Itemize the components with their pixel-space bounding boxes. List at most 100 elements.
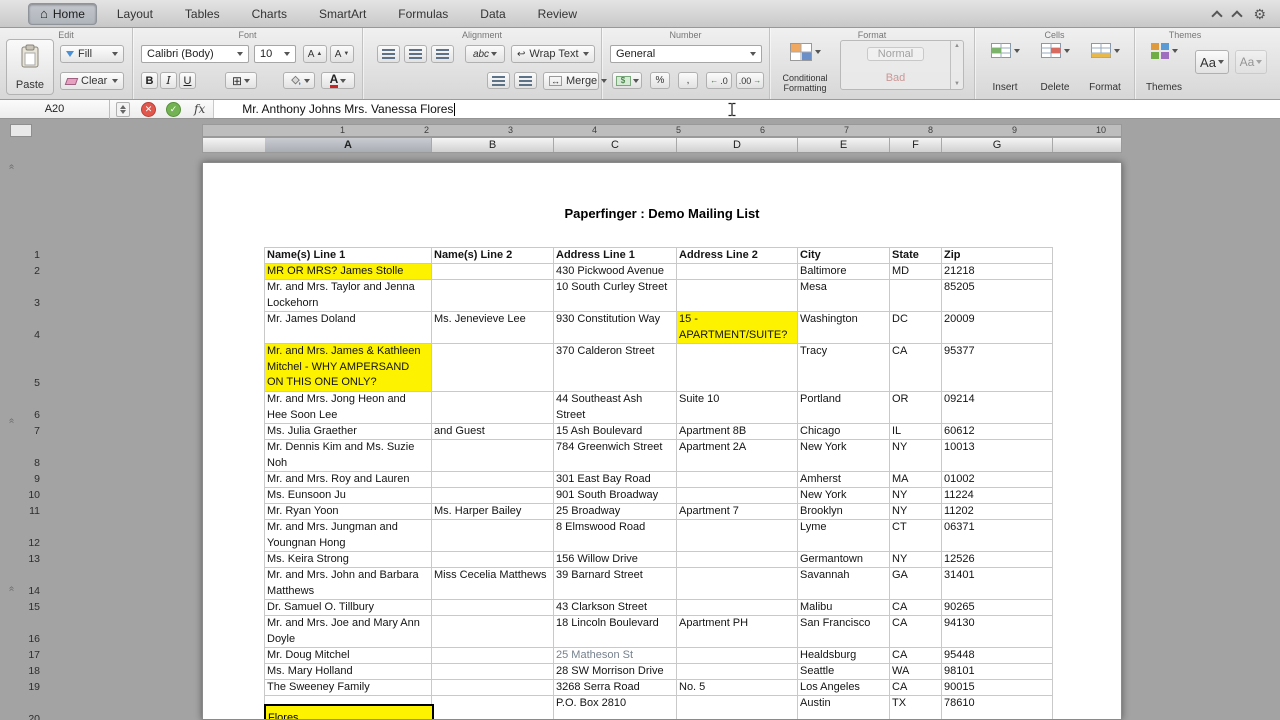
cell-F16[interactable]: CA bbox=[890, 616, 942, 648]
cell-G1[interactable]: Zip bbox=[942, 248, 1053, 264]
cell-G10[interactable]: 11224 bbox=[942, 488, 1053, 504]
cell-E20[interactable]: Austin bbox=[798, 696, 890, 719]
align-right-button[interactable] bbox=[431, 45, 454, 63]
cell-D14[interactable] bbox=[677, 568, 798, 600]
column-header-G[interactable]: G bbox=[942, 138, 1053, 152]
cell-A15[interactable]: Dr. Samuel O. Tillbury bbox=[265, 600, 432, 616]
tab-review[interactable]: Review bbox=[526, 3, 589, 25]
cell-D11[interactable]: Apartment 7 bbox=[677, 504, 798, 520]
row-header-17[interactable]: 17 bbox=[18, 647, 42, 663]
cell-F9[interactable]: MA bbox=[890, 472, 942, 488]
cell-C17[interactable]: 25 Matheson St bbox=[554, 648, 677, 664]
cell-A3[interactable]: Mr. and Mrs. Taylor and Jenna Lockehorn bbox=[265, 280, 432, 312]
cell-C20[interactable]: P.O. Box 2810 bbox=[554, 696, 677, 719]
cell-E13[interactable]: Germantown bbox=[798, 552, 890, 568]
shrink-font-button[interactable]: A ▼ bbox=[330, 45, 354, 63]
cell-G11[interactable]: 11202 bbox=[942, 504, 1053, 520]
cell-A19[interactable]: The Sweeney Family bbox=[265, 680, 432, 696]
cell-C1[interactable]: Address Line 1 bbox=[554, 248, 677, 264]
cell-F8[interactable]: NY bbox=[890, 440, 942, 472]
orientation-button[interactable]: abc bbox=[465, 45, 505, 63]
row-header-6[interactable]: 6 bbox=[18, 391, 42, 423]
conditional-formatting-button[interactable]: Conditional Formatting bbox=[774, 39, 836, 95]
cell-C10[interactable]: 901 South Broadway bbox=[554, 488, 677, 504]
row-header-2[interactable]: 2 bbox=[18, 263, 42, 279]
row-header-3[interactable]: 3 bbox=[18, 279, 42, 311]
cell-E7[interactable]: Chicago bbox=[798, 424, 890, 440]
cell-A7[interactable]: Ms. Julia Graether bbox=[265, 424, 432, 440]
format-cells-button[interactable]: Format bbox=[1083, 39, 1127, 95]
cancel-entry-button[interactable]: ✕ bbox=[141, 101, 156, 117]
cell-E3[interactable]: Mesa bbox=[798, 280, 890, 312]
cell-E17[interactable]: Healdsburg bbox=[798, 648, 890, 664]
cell-D20[interactable] bbox=[677, 696, 798, 719]
ribbon-settings-gear-icon[interactable]: ⚙ bbox=[1253, 7, 1266, 21]
cell-G5[interactable]: 95377 bbox=[942, 344, 1053, 392]
tab-data[interactable]: Data bbox=[468, 3, 517, 25]
cell-E16[interactable]: San Francisco bbox=[798, 616, 890, 648]
cell-D13[interactable] bbox=[677, 552, 798, 568]
insert-cells-button[interactable]: Insert bbox=[983, 39, 1027, 95]
style-bad[interactable]: Bad bbox=[886, 72, 906, 84]
cell-C2[interactable]: 430 Pickwood Avenue bbox=[554, 264, 677, 280]
cell-D7[interactable]: Apartment 8B bbox=[677, 424, 798, 440]
column-header-B[interactable]: B bbox=[432, 138, 554, 152]
align-center-button[interactable] bbox=[404, 45, 427, 63]
cell-D1[interactable]: Address Line 2 bbox=[677, 248, 798, 264]
cell-F4[interactable]: DC bbox=[890, 312, 942, 344]
collapse-ribbon-icon[interactable] bbox=[1211, 9, 1224, 22]
cell-C8[interactable]: 784 Greenwich Street bbox=[554, 440, 677, 472]
column-header-E[interactable]: E bbox=[798, 138, 890, 152]
cell-E15[interactable]: Malibu bbox=[798, 600, 890, 616]
cell-D3[interactable] bbox=[677, 280, 798, 312]
increase-indent-button[interactable] bbox=[514, 72, 537, 89]
cell-C6[interactable]: 44 Southeast Ash Street bbox=[554, 392, 677, 424]
active-cell-editor[interactable]: Flores bbox=[264, 704, 434, 719]
cell-G12[interactable]: 06371 bbox=[942, 520, 1053, 552]
cell-C15[interactable]: 43 Clarkson Street bbox=[554, 600, 677, 616]
cell-F19[interactable]: CA bbox=[890, 680, 942, 696]
underline-button[interactable]: U bbox=[179, 72, 196, 89]
tab-smartart[interactable]: SmartArt bbox=[307, 3, 378, 25]
cell-F11[interactable]: NY bbox=[890, 504, 942, 520]
cell-B8[interactable] bbox=[432, 440, 554, 472]
cell-D5[interactable] bbox=[677, 344, 798, 392]
themes-button[interactable]: Themes bbox=[1141, 39, 1187, 95]
cell-B3[interactable] bbox=[432, 280, 554, 312]
cell-E19[interactable]: Los Angeles bbox=[798, 680, 890, 696]
cell-A16[interactable]: Mr. and Mrs. Joe and Mary Ann Doyle bbox=[265, 616, 432, 648]
cell-F3[interactable] bbox=[890, 280, 942, 312]
fill-button[interactable]: Fill bbox=[60, 45, 124, 63]
cell-A5[interactable]: Mr. and Mrs. James & Kathleen Mitchel - … bbox=[265, 344, 432, 392]
cell-C7[interactable]: 15 Ash Boulevard bbox=[554, 424, 677, 440]
cell-F20[interactable]: TX bbox=[890, 696, 942, 719]
styles-scrollbar[interactable]: ▲ ▼ bbox=[950, 41, 963, 89]
cell-E8[interactable]: New York bbox=[798, 440, 890, 472]
cell-F17[interactable]: CA bbox=[890, 648, 942, 664]
cell-A4[interactable]: Mr. James Doland bbox=[265, 312, 432, 344]
cell-reference-box[interactable]: A20 bbox=[0, 99, 110, 119]
cell-A10[interactable]: Ms. Eunsoon Ju bbox=[265, 488, 432, 504]
row-header-9[interactable]: 9 bbox=[18, 471, 42, 487]
cell-F12[interactable]: CT bbox=[890, 520, 942, 552]
cell-B10[interactable] bbox=[432, 488, 554, 504]
cell-B19[interactable] bbox=[432, 680, 554, 696]
row-header-15[interactable]: 15 bbox=[18, 599, 42, 615]
cell-E5[interactable]: Tracy bbox=[798, 344, 890, 392]
tab-layout[interactable]: Layout bbox=[105, 3, 165, 25]
cell-A11[interactable]: Mr. Ryan Yoon bbox=[265, 504, 432, 520]
cell-C19[interactable]: 3268 Serra Road bbox=[554, 680, 677, 696]
cell-C3[interactable]: 10 South Curley Street bbox=[554, 280, 677, 312]
cell-F7[interactable]: IL bbox=[890, 424, 942, 440]
theme-colors-button[interactable]: Aa bbox=[1235, 50, 1267, 74]
style-normal[interactable]: Normal bbox=[866, 46, 925, 61]
cell-C9[interactable]: 301 East Bay Road bbox=[554, 472, 677, 488]
clear-button[interactable]: Clear bbox=[60, 72, 124, 90]
styles-gallery[interactable]: Normal Bad ▲ ▼ bbox=[840, 40, 964, 90]
row-header-8[interactable]: 8 bbox=[18, 439, 42, 471]
cell-B2[interactable] bbox=[432, 264, 554, 280]
cell-B12[interactable] bbox=[432, 520, 554, 552]
merge-button[interactable]: ↔ Merge bbox=[543, 72, 608, 90]
cell-G4[interactable]: 20009 bbox=[942, 312, 1053, 344]
grow-font-button[interactable]: A ▲ bbox=[303, 45, 327, 63]
